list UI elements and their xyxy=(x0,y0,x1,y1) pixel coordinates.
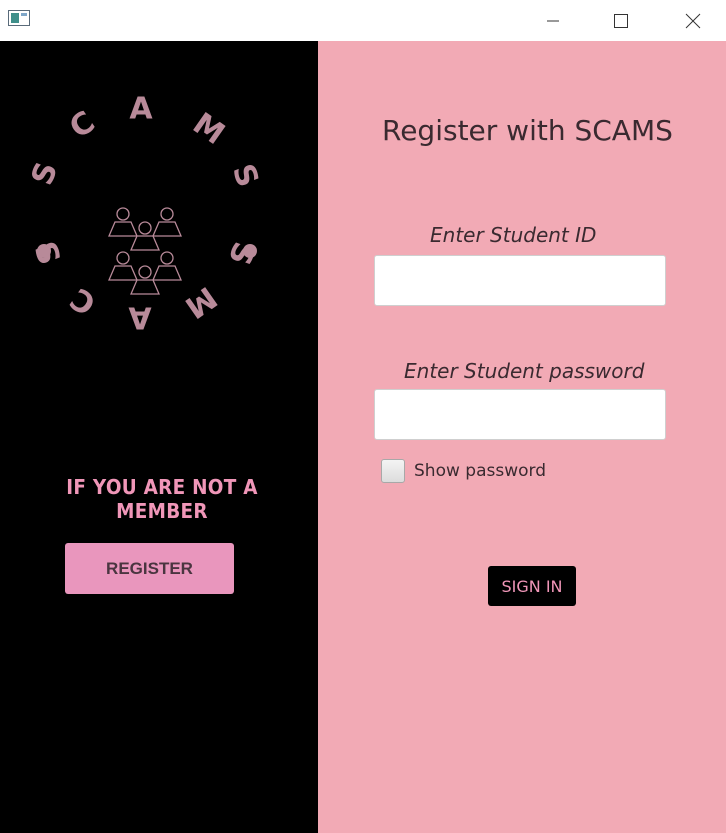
minimize-button[interactable] xyxy=(523,0,583,41)
show-password-checkbox[interactable] xyxy=(381,459,405,483)
logo-letter-ring: SCAMSSMACS xyxy=(28,92,265,335)
logo-letter: M xyxy=(186,106,231,152)
page-title: Register with SCAMS xyxy=(382,114,673,147)
sign-in-button[interactable]: SIGN IN xyxy=(488,566,576,606)
logo-dot-right xyxy=(243,244,257,258)
logo-dot-left xyxy=(37,244,51,258)
person-figure xyxy=(152,207,182,237)
logo-letter: C xyxy=(63,105,101,146)
student-id-label: Enter Student ID xyxy=(430,223,597,247)
password-input[interactable] xyxy=(374,389,666,440)
people-group-icon xyxy=(108,207,182,295)
logo-letter: A xyxy=(128,300,152,335)
maximize-button[interactable] xyxy=(591,0,651,41)
scams-logo: SCAMSSMACS xyxy=(28,92,265,335)
logo-letter: A xyxy=(129,92,153,127)
app-window-icon xyxy=(8,10,30,26)
logo-letter: M xyxy=(178,279,223,325)
logo-letter: C xyxy=(64,280,102,321)
close-icon xyxy=(685,13,701,28)
show-password-label: Show password xyxy=(414,461,546,481)
minimize-icon xyxy=(547,20,559,21)
password-label: Enter Student password xyxy=(404,359,645,383)
person-figure xyxy=(108,207,138,237)
member-prompt: IF YOU ARE NOT A MEMBER xyxy=(66,475,258,523)
close-button[interactable] xyxy=(663,0,723,41)
student-id-input[interactable] xyxy=(374,255,666,306)
maximize-icon xyxy=(614,13,628,28)
person-figure xyxy=(108,251,138,281)
register-button[interactable]: REGISTER xyxy=(65,543,234,594)
window-title-bar xyxy=(0,0,726,41)
logo-letter: S xyxy=(28,158,65,190)
logo-letter: S xyxy=(225,160,265,192)
person-figure xyxy=(152,251,182,281)
